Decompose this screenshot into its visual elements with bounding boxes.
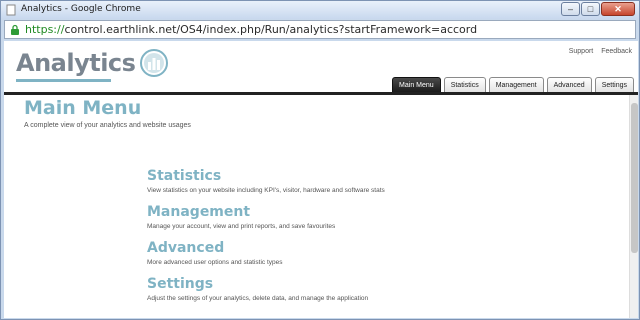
menu-item-advanced: Advanced More advanced user options and … xyxy=(147,239,477,275)
tab-advanced[interactable]: Advanced xyxy=(546,77,592,92)
bar-chart-circle-icon xyxy=(140,49,169,77)
menu-description: More advanced user options and statistic… xyxy=(147,259,283,266)
analytics-logo[interactable]: Analytics xyxy=(16,45,169,81)
page-content: Analytics Support Feedback Main Menu Sta… xyxy=(4,41,638,318)
header-divider xyxy=(4,92,638,95)
menu-item-statistics: Statistics View statistics on your websi… xyxy=(147,167,477,203)
window-title: Analytics - Google Chrome xyxy=(21,4,141,14)
menu-description: View statistics on your website includin… xyxy=(147,187,385,194)
menu-description: Adjust the settings of your analytics, d… xyxy=(147,295,369,302)
menu-link-management[interactable]: Management xyxy=(147,203,477,221)
support-link[interactable]: Support xyxy=(569,48,594,55)
vertical-scrollbar[interactable] xyxy=(629,95,638,318)
url-path: control.earthlink.net/OS4/index.php/Run/… xyxy=(64,23,478,36)
feedback-link[interactable]: Feedback xyxy=(601,48,632,55)
logo-underline xyxy=(16,79,111,82)
page-file-icon xyxy=(6,4,16,16)
top-links: Support Feedback xyxy=(569,48,632,55)
address-bar[interactable]: https://control.earthlink.net/OS4/index.… xyxy=(4,20,636,39)
menu-link-statistics[interactable]: Statistics xyxy=(147,167,477,185)
browser-window: Analytics - Google Chrome – □ ✕ https://… xyxy=(0,0,640,320)
tab-settings[interactable]: Settings xyxy=(594,77,634,92)
menu-link-settings[interactable]: Settings xyxy=(147,275,477,293)
tab-bar: Main Menu Statistics Management Advanced… xyxy=(392,77,634,92)
menu-item-management: Management Manage your account, view and… xyxy=(147,203,477,239)
title-bar: Analytics - Google Chrome – □ ✕ xyxy=(1,1,639,19)
logo-text: Analytics xyxy=(16,49,136,77)
close-button[interactable]: ✕ xyxy=(601,2,635,16)
window-controls: – □ ✕ xyxy=(561,2,635,16)
maximize-button[interactable]: □ xyxy=(581,2,600,16)
tab-statistics[interactable]: Statistics xyxy=(443,77,486,92)
tab-main-menu[interactable]: Main Menu xyxy=(392,77,441,92)
menu-item-settings: Settings Adjust the settings of your ana… xyxy=(147,275,477,311)
lock-icon xyxy=(11,24,19,35)
menu-link-advanced[interactable]: Advanced xyxy=(147,239,477,257)
menu-description: Manage your account, view and print repo… xyxy=(147,223,336,230)
page-title: Main Menu xyxy=(24,97,142,119)
page-subtitle: A complete view of your analytics and we… xyxy=(24,122,191,129)
tab-management[interactable]: Management xyxy=(488,77,544,92)
main-menu-list: Statistics View statistics on your websi… xyxy=(147,167,477,311)
url-text[interactable]: https://control.earthlink.net/OS4/index.… xyxy=(25,23,477,36)
minimize-button[interactable]: – xyxy=(561,2,580,16)
scrollbar-thumb[interactable] xyxy=(631,103,638,253)
url-protocol: https:// xyxy=(25,23,65,36)
